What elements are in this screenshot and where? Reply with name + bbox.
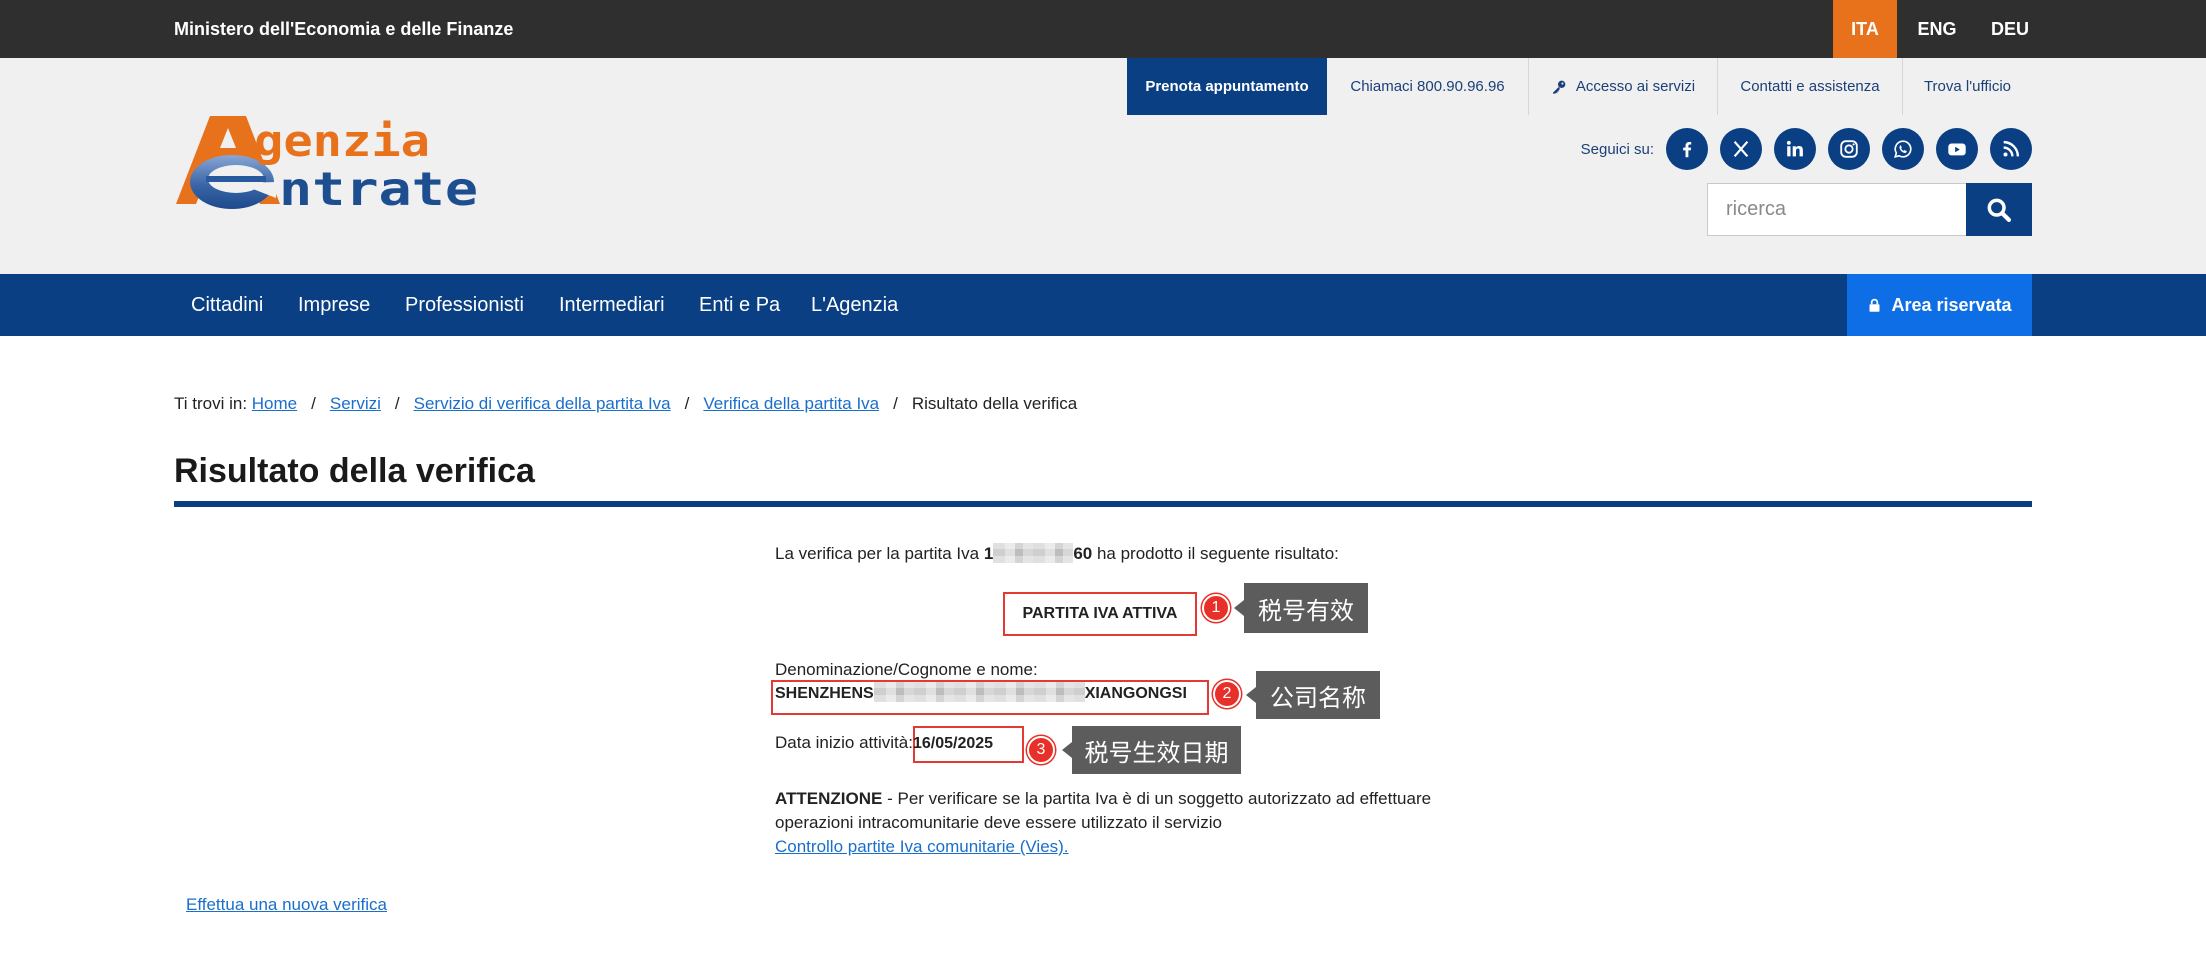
annotation-badge-2: 2	[1213, 680, 1241, 708]
company-name: SHENZHENS XIANGONGSI	[775, 682, 1187, 706]
search-button[interactable]	[1966, 183, 2032, 236]
lang-deu[interactable]: DEU	[1978, 0, 2042, 58]
header: Prenota appuntamento Chiamaci 800.90.96.…	[0, 58, 2206, 274]
annotation-label-3: 税号生效日期	[1062, 726, 1241, 774]
start-date-value: 16/05/2025	[912, 735, 994, 752]
top-bar: Ministero dell'Economia e delle Finanze …	[0, 0, 2206, 58]
breadcrumb-separator: /	[684, 394, 690, 413]
attention-text-2: operazioni intracomunitarie deve essere …	[775, 813, 1222, 832]
services-access-label: Accesso ai servizi	[1575, 78, 1696, 95]
breadcrumb-vat-check[interactable]: Verifica della partita Iva	[703, 394, 879, 413]
company-name-end: XIANGONGSI	[1084, 685, 1187, 702]
social-label: Seguici su:	[1580, 140, 1654, 158]
lang-eng[interactable]: ENG	[1905, 0, 1969, 58]
attention-link-row: Controllo partite Iva comunitarie (Vies)…	[775, 835, 1069, 859]
whatsapp-icon[interactable]	[1882, 128, 1924, 170]
attention-title: ATTENZIONE	[775, 789, 883, 808]
contacts-link[interactable]: Contatti e assistenza	[1717, 58, 1902, 115]
breadcrumb-separator: /	[311, 394, 316, 413]
name-label: Denominazione/Cognome e nome:	[775, 660, 1038, 679]
new-check-link[interactable]: Effettua una nuova verifica	[186, 893, 387, 917]
annotation-badge-1: 1	[1202, 594, 1230, 622]
annotation-label-2: 公司名称	[1246, 671, 1380, 719]
nav-agenzia[interactable]: L'Agenzia	[811, 274, 898, 336]
redacted-vat	[993, 543, 1074, 564]
breadcrumb-prefix: Ti trovi in:	[174, 394, 248, 413]
lang-ita[interactable]: ITA	[1833, 0, 1897, 58]
redacted-name	[873, 682, 1085, 703]
main-nav: Cittadini Imprese Professionisti Interme…	[0, 274, 2206, 336]
breadcrumb-separator: /	[893, 394, 898, 413]
utility-nav: Prenota appuntamento Chiamaci 800.90.96.…	[1127, 58, 2032, 115]
vat-start: 1	[983, 544, 994, 563]
vat-end: 60	[1073, 544, 1093, 563]
annotation-label-1: 税号有效	[1234, 583, 1368, 633]
nav-cittadini[interactable]: Cittadini	[191, 274, 263, 336]
logo-text-genzia: genzia	[254, 116, 430, 167]
search-input[interactable]	[1707, 183, 1966, 236]
company-name-start: SHENZHENS	[775, 685, 874, 702]
breadcrumb-separator: /	[394, 394, 400, 413]
result-intro: La verifica per la partita Iva 1 60 ha pr…	[775, 542, 1339, 566]
intro-prefix: La verifica per la partita Iva	[775, 544, 980, 563]
logo-text-ntrate: ntrate	[279, 162, 478, 212]
instagram-icon[interactable]	[1828, 128, 1870, 170]
agenzia-entrate-logo[interactable]: genzia ntrate	[174, 112, 484, 212]
x-icon[interactable]	[1720, 128, 1762, 170]
book-appointment-button[interactable]: Prenota appuntamento	[1127, 58, 1327, 115]
breadcrumb-home[interactable]: Home	[252, 394, 297, 413]
facebook-icon[interactable]	[1666, 128, 1708, 170]
vies-link[interactable]: Controllo partite Iva comunitarie (Vies)…	[775, 837, 1069, 856]
title-underline	[174, 501, 2032, 507]
search-icon	[1987, 198, 2012, 222]
services-access-link[interactable]: Accesso ai servizi	[1528, 58, 1717, 115]
reserved-area-button[interactable]: Area riservata	[1847, 274, 2032, 336]
breadcrumb-current: Risultato della verifica	[911, 394, 1078, 413]
call-link[interactable]: Chiamaci 800.90.96.96	[1327, 58, 1528, 115]
intro-suffix: ha prodotto il seguente risultato:	[1096, 544, 1339, 563]
lock-icon	[1869, 298, 1880, 312]
find-office-link[interactable]: Trova l'ufficio	[1902, 58, 2032, 115]
start-date-row: Data inizio attività:16/05/2025	[775, 731, 993, 756]
nav-professionisti[interactable]: Professionisti	[405, 274, 524, 336]
youtube-icon[interactable]	[1936, 128, 1978, 170]
nav-intermediari[interactable]: Intermediari	[559, 274, 665, 336]
ministry-link[interactable]: Ministero dell'Economia e delle Finanze	[174, 0, 513, 58]
vat-status-box: PARTITA IVA ATTIVA	[1003, 592, 1197, 636]
rss-icon[interactable]	[1990, 128, 2032, 170]
annotation-badge-3: 3	[1027, 736, 1055, 764]
start-date-label: Data inizio attività:	[775, 733, 913, 752]
linkedin-icon[interactable]	[1774, 128, 1816, 170]
breadcrumb-servizi[interactable]: Servizi	[330, 394, 381, 413]
reserved-area-label: Area riservata	[1891, 294, 2012, 315]
nav-enti-e-pa[interactable]: Enti e Pa	[699, 274, 780, 336]
breadcrumb-verification-service[interactable]: Servizio di verifica della partita Iva	[414, 394, 671, 413]
attention-line-1: ATTENZIONE - Per verificare se la partit…	[775, 787, 1431, 811]
key-icon	[1552, 80, 1566, 94]
attention-text-1: - Per verificare se la partita Iva è di …	[887, 789, 1432, 808]
breadcrumb: Ti trovi in: Home / Servizi / Servizio di ve…	[174, 392, 1077, 416]
nav-imprese[interactable]: Imprese	[298, 274, 370, 336]
social-links: Seguici su:	[1581, 128, 2032, 170]
page-title: Risultato della verifica	[174, 452, 535, 490]
